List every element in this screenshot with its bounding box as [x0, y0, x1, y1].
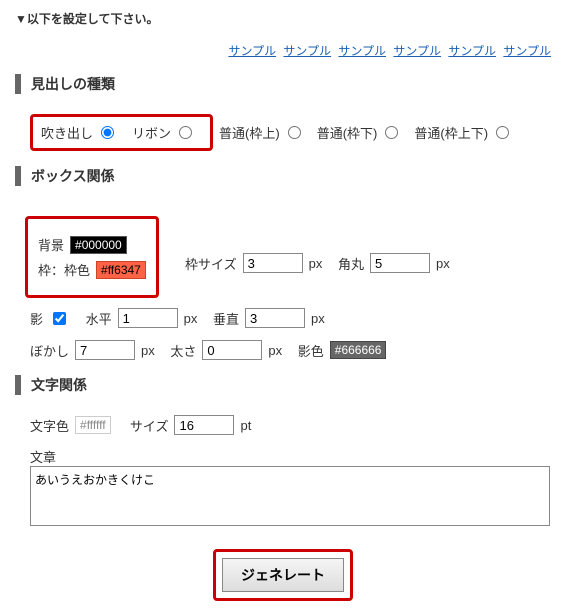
- vert-label: 垂直: [213, 309, 239, 328]
- shadow-label: 影: [30, 309, 43, 328]
- sample-link[interactable]: サンプル: [228, 44, 276, 58]
- unit-px: px: [184, 311, 198, 326]
- bg-label: 背景: [38, 235, 64, 254]
- generate-highlighted: ジェネレート: [213, 549, 353, 601]
- radio-frame-bottom[interactable]: [385, 126, 398, 139]
- shadow-checkbox[interactable]: [53, 312, 66, 325]
- unit-px: px: [436, 256, 450, 271]
- border-color-label: 枠：枠色: [38, 260, 90, 279]
- border-color-swatch[interactable]: #ff6347: [96, 261, 146, 279]
- font-size-label: サイズ: [130, 416, 169, 435]
- radius-input[interactable]: [370, 253, 430, 273]
- sample-link[interactable]: サンプル: [283, 44, 331, 58]
- blur-input[interactable]: [75, 340, 135, 360]
- generate-button[interactable]: ジェネレート: [222, 558, 344, 592]
- radio-ribbon-label: リボン: [132, 123, 171, 142]
- horiz-label: 水平: [86, 309, 112, 328]
- section-heading-type: 見出しの種類: [15, 74, 551, 94]
- section-box: ボックス関係: [15, 166, 551, 186]
- heading-type-highlighted: 吹き出し リボン: [30, 114, 213, 151]
- spread-label: 太さ: [170, 341, 196, 360]
- sample-link[interactable]: サンプル: [503, 44, 551, 58]
- radio-frame-top-label: 普通(枠上): [219, 123, 280, 142]
- shadow-color-swatch[interactable]: #666666: [330, 341, 387, 359]
- border-size-input[interactable]: [243, 253, 303, 273]
- text-color-swatch[interactable]: #ffffff: [75, 416, 111, 434]
- text-content-label: 文章: [30, 450, 56, 465]
- blur-label: ぼかし: [30, 341, 69, 360]
- spread-input[interactable]: [202, 340, 262, 360]
- radio-frame-bottom-label: 普通(枠下): [317, 123, 378, 142]
- sample-link[interactable]: サンプル: [448, 44, 496, 58]
- sample-links: サンプル サンプル サンプル サンプル サンプル サンプル: [15, 42, 551, 59]
- vert-input[interactable]: [245, 308, 305, 328]
- radio-frame-both[interactable]: [496, 126, 509, 139]
- unit-px: px: [309, 256, 323, 271]
- unit-px: px: [311, 311, 325, 326]
- radio-balloon[interactable]: [101, 126, 114, 139]
- radio-balloon-label: 吹き出し: [41, 123, 93, 142]
- header-note: ▼以下を設定して下さい。: [15, 10, 551, 27]
- unit-pt: pt: [240, 418, 251, 433]
- border-size-label: 枠サイズ: [185, 254, 237, 273]
- sample-link[interactable]: サンプル: [338, 44, 386, 58]
- box-colors-highlighted: 背景 #000000 枠：枠色 #ff6347: [25, 216, 159, 298]
- shadow-color-label: 影色: [298, 341, 324, 360]
- sample-link[interactable]: サンプル: [393, 44, 441, 58]
- bg-color-swatch[interactable]: #000000: [70, 236, 127, 254]
- radius-label: 角丸: [338, 254, 364, 273]
- horiz-input[interactable]: [118, 308, 178, 328]
- text-content-input[interactable]: [30, 466, 550, 526]
- section-text: 文字関係: [15, 375, 551, 395]
- radio-frame-top[interactable]: [288, 126, 301, 139]
- unit-px: px: [268, 343, 282, 358]
- unit-px: px: [141, 343, 155, 358]
- radio-ribbon[interactable]: [179, 126, 192, 139]
- font-size-input[interactable]: [174, 415, 234, 435]
- text-color-label: 文字色: [30, 416, 69, 435]
- radio-frame-both-label: 普通(枠上下): [414, 123, 488, 142]
